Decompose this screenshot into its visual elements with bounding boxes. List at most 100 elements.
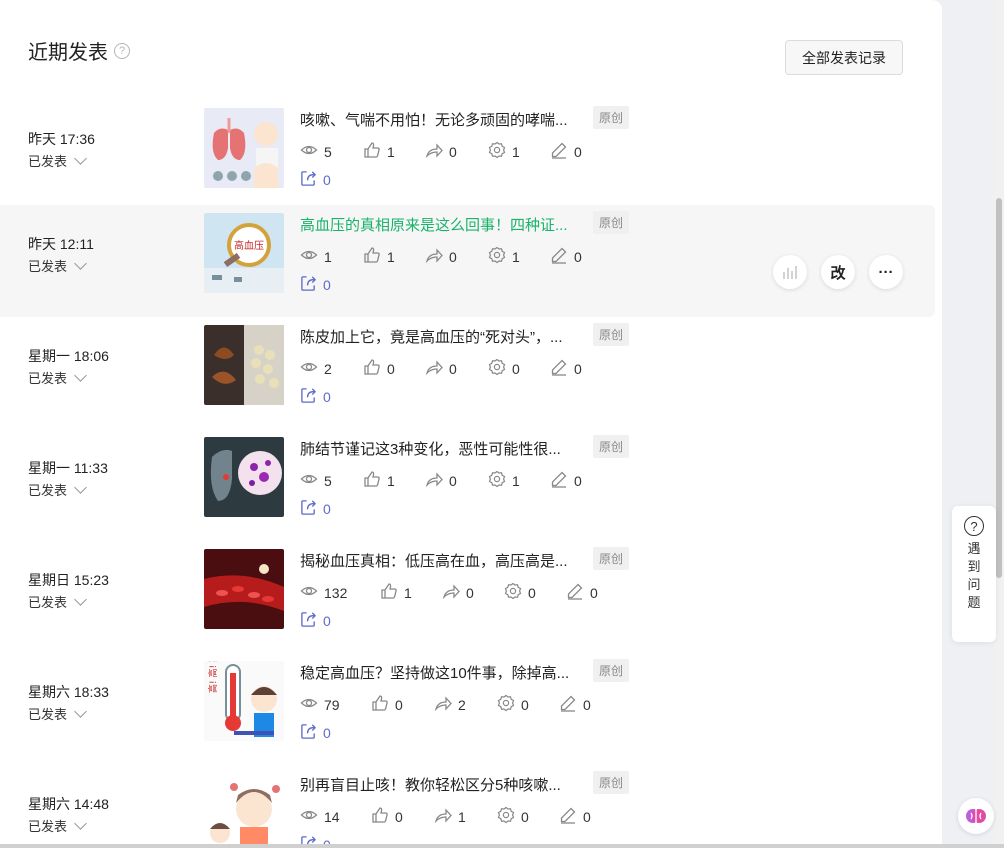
thumbs-up-icon [371, 806, 389, 827]
recommend-count: 1 [512, 472, 520, 489]
repost-count: 0 [323, 613, 331, 629]
shares-stat: 0 [425, 141, 457, 162]
post-title[interactable]: 稳定高血压？坚持做这10件事，除掉高... [300, 662, 590, 683]
share-icon [425, 358, 443, 379]
recommend-count: 0 [521, 696, 529, 713]
views-count: 5 [324, 143, 332, 160]
original-badge: 原创 [593, 211, 630, 234]
shares-stat: 0 [425, 358, 457, 379]
recommend-count: 0 [521, 808, 529, 825]
recommend-stat: 1 [488, 246, 520, 267]
post-status-dropdown[interactable]: 已发表 [28, 368, 87, 387]
repost-icon [300, 387, 317, 407]
ai-assistant-button[interactable] [958, 798, 994, 834]
recommend-stat: 0 [497, 806, 529, 827]
post-thumbnail[interactable] [204, 773, 284, 848]
question-icon: ? [964, 516, 984, 536]
likes-count: 0 [395, 808, 403, 825]
post-title[interactable]: 陈皮加上它，竟是高血压的“死对头”，... [300, 326, 590, 347]
likes-stat: 1 [363, 470, 395, 491]
views-stat: 14 [300, 806, 340, 827]
more-options-button[interactable]: ··· [869, 255, 903, 289]
comments-stat: 0 [550, 470, 582, 491]
post-time: 星期一 11:33 [28, 460, 108, 476]
repost-icon [300, 170, 317, 190]
original-badge: 原创 [593, 106, 630, 129]
post-stats: 14 0 1 0 0 [300, 806, 620, 827]
post-title[interactable]: 肺结节谨记这3种变化，恶性可能性很... [300, 438, 590, 459]
post-thumbnail[interactable]: 高! 高! 高! [204, 661, 284, 741]
eye-icon [300, 358, 318, 379]
help-float-button[interactable]: ? 遇到问题 [952, 506, 996, 642]
repost-stat[interactable]: 0 [300, 170, 331, 190]
share-icon [425, 470, 443, 491]
post-row[interactable]: 星期六 14:48 已发表 别再盲目止咳！教你轻松区分5种咳嗽... 原创 14… [0, 765, 935, 848]
post-row[interactable]: 星期六 18:33 已发表 高! 高! 高! 稳定高血压？坚持做这10件事，除掉… [0, 653, 935, 765]
post-title[interactable]: 揭秘血压真相：低压高在血，高压高是... [300, 550, 590, 571]
post-title[interactable]: 咳嗽、气喘不用怕！无论多顽固的哮喘... [300, 109, 590, 130]
shares-count: 0 [466, 584, 474, 601]
likes-count: 1 [404, 584, 412, 601]
scrollbar-thumb[interactable] [996, 198, 1002, 578]
repost-stat[interactable]: 0 [300, 611, 331, 631]
post-status-dropdown[interactable]: 已发表 [28, 592, 87, 611]
all-records-button[interactable]: 全部发表记录 [785, 40, 903, 75]
post-thumbnail[interactable] [204, 325, 284, 405]
post-thumbnail[interactable]: 高血压 [204, 213, 284, 293]
pen-icon [559, 694, 577, 715]
post-status-dropdown[interactable]: 已发表 [28, 256, 87, 275]
bottom-edge [0, 844, 1004, 848]
gear-icon [497, 694, 515, 715]
gear-icon [488, 246, 506, 267]
post-thumbnail[interactable] [204, 437, 284, 517]
post-row[interactable]: 昨天 12:11 已发表 高血压 高血压的真相原来是这么回事！四种证... 原创… [0, 205, 935, 317]
repost-stat[interactable]: 0 [300, 275, 331, 295]
help-float-text: 遇到问题 [967, 541, 981, 610]
post-title[interactable]: 高血压的真相原来是这么回事！四种证... [300, 214, 590, 235]
post-time: 昨天 12:11 [28, 236, 94, 252]
views-count: 79 [324, 696, 340, 713]
thumbs-up-icon [380, 582, 398, 603]
post-status-dropdown[interactable]: 已发表 [28, 816, 87, 835]
edit-button[interactable]: 改 [821, 255, 855, 289]
comments-count: 0 [574, 360, 582, 377]
post-row[interactable]: 昨天 17:36 已发表 咳嗽、气喘不用怕！无论多顽固的哮喘... 原创 5 1… [0, 100, 935, 212]
likes-stat: 0 [371, 806, 403, 827]
pen-icon [550, 141, 568, 162]
repost-stat[interactable]: 0 [300, 499, 331, 519]
post-row[interactable]: 星期一 18:06 已发表 陈皮加上它，竟是高血压的“死对头”，... 原创 2… [0, 317, 935, 429]
views-stat: 2 [300, 358, 332, 379]
post-row[interactable]: 星期日 15:23 已发表 揭秘血压真相：低压高在血，高压高是... 原创 13… [0, 541, 935, 653]
stats-button[interactable] [773, 255, 807, 289]
shares-count: 1 [458, 808, 466, 825]
post-title[interactable]: 别再盲目止咳！教你轻松区分5种咳嗽... [300, 774, 590, 795]
repost-icon [300, 499, 317, 519]
post-stats: 5 1 0 1 0 [300, 470, 620, 491]
comments-stat: 0 [559, 694, 591, 715]
eye-icon [300, 806, 318, 827]
likes-count: 1 [387, 143, 395, 160]
post-stats: 132 1 0 0 0 [300, 582, 620, 603]
post-status-dropdown[interactable]: 已发表 [28, 704, 87, 723]
help-icon[interactable]: ? [114, 42, 130, 59]
post-row[interactable]: 星期一 11:33 已发表 肺结节谨记这3种变化，恶性可能性很... 原创 5 … [0, 429, 935, 541]
views-count: 14 [324, 808, 340, 825]
gear-icon [497, 806, 515, 827]
share-icon [442, 582, 460, 603]
likes-stat: 0 [363, 358, 395, 379]
thumbs-up-icon [363, 141, 381, 162]
shares-stat: 1 [434, 806, 466, 827]
post-status-dropdown[interactable]: 已发表 [28, 151, 87, 170]
post-time: 星期一 18:06 [28, 348, 109, 364]
pen-icon [566, 582, 584, 603]
post-thumbnail[interactable] [204, 108, 284, 188]
page-title-text: 近期发表 [28, 42, 108, 64]
post-thumbnail[interactable] [204, 549, 284, 629]
repost-stat[interactable]: 0 [300, 723, 331, 743]
likes-count: 1 [387, 248, 395, 265]
likes-stat: 1 [363, 141, 395, 162]
post-status-dropdown[interactable]: 已发表 [28, 480, 87, 499]
repost-stat[interactable]: 0 [300, 387, 331, 407]
thumbs-up-icon [363, 358, 381, 379]
post-time: 昨天 17:36 [28, 131, 95, 147]
